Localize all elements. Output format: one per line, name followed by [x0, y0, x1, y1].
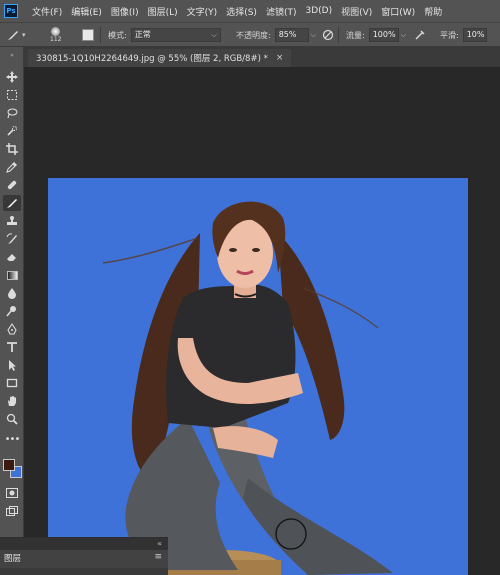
pen-icon[interactable]	[3, 321, 21, 337]
brush-size: 112	[50, 36, 62, 43]
history-brush-icon[interactable]	[3, 231, 21, 247]
crop-icon[interactable]	[3, 141, 21, 157]
color-swatches[interactable]	[3, 459, 23, 479]
document-tab[interactable]: 330815-1Q10H2264649.jpg @ 55% (图层 2, RGB…	[28, 49, 292, 67]
type-icon[interactable]	[3, 339, 21, 355]
document-canvas[interactable]	[48, 178, 468, 575]
brush-tool-icon	[8, 31, 18, 40]
panel-menu-icon[interactable]: ≡	[154, 552, 162, 562]
layers-panel-title[interactable]: 图层	[4, 552, 21, 564]
foreground-color-swatch[interactable]	[3, 459, 15, 471]
photo-woman-sitting	[102, 201, 393, 575]
eyedropper-icon[interactable]	[3, 159, 21, 175]
brush-preset-picker[interactable]: 112	[50, 23, 61, 47]
menu-edit[interactable]: 编辑(E)	[71, 5, 102, 18]
pressure-icon	[322, 29, 334, 41]
mode-label: 模式:	[108, 30, 127, 40]
document-tab-bar: 330815-1Q10H2264649.jpg @ 55% (图层 2, RGB…	[24, 47, 500, 67]
screen-mode-icon[interactable]	[3, 503, 21, 519]
stamp-icon[interactable]	[3, 213, 21, 229]
mode-select[interactable]: 正常 ⌵	[130, 28, 221, 42]
quick-select-icon[interactable]	[3, 123, 21, 139]
toolbar-collapse-icon[interactable]: »	[3, 51, 21, 59]
opacity-dropdown-icon[interactable]: ⌵	[311, 31, 316, 40]
menu-bar: Ps 文件(F) 编辑(E) 图像(I) 图层(L) 文字(Y) 选择(S) 滤…	[0, 0, 500, 22]
lasso-icon[interactable]	[3, 105, 21, 121]
tools-panel: » •••	[0, 47, 24, 537]
gradient-icon[interactable]	[3, 267, 21, 283]
hand-icon[interactable]	[3, 393, 21, 409]
menu-type[interactable]: 文字(Y)	[187, 5, 218, 18]
panel-header: «	[0, 538, 168, 550]
layers-panel: « 图层 ≡	[0, 537, 168, 575]
move-icon[interactable]	[3, 69, 21, 85]
smoothing-input[interactable]: 10%	[462, 28, 487, 42]
quick-mask-icon[interactable]	[3, 485, 21, 501]
flow-dropdown-icon[interactable]: ⌵	[401, 31, 406, 40]
close-tab-icon[interactable]: ×	[276, 53, 284, 63]
menu-image[interactable]: 图像(I)	[111, 5, 139, 18]
menu-help[interactable]: 帮助	[424, 5, 442, 18]
menu-file[interactable]: 文件(F)	[32, 5, 62, 18]
opacity-input[interactable]: 85%	[274, 28, 309, 42]
healing-icon[interactable]	[3, 177, 21, 193]
eraser-icon[interactable]	[3, 249, 21, 265]
flow-input[interactable]: 100%	[368, 28, 399, 42]
blur-icon[interactable]	[3, 285, 21, 301]
pressure-opacity-toggle[interactable]	[322, 23, 334, 47]
chevron-down-icon: ▾	[22, 31, 26, 39]
flow-label: 流量:	[346, 30, 365, 40]
photoshop-logo: Ps	[4, 4, 18, 18]
chevron-down-icon: ⌵	[211, 31, 217, 39]
brush-tip-icon	[51, 27, 61, 36]
airbrush-toggle[interactable]	[414, 23, 426, 47]
menu-filter[interactable]: 滤镜(T)	[266, 5, 297, 18]
menu-3d[interactable]: 3D(D)	[305, 6, 332, 16]
brush-settings-icon	[82, 29, 94, 41]
layers-filter-row[interactable]	[0, 568, 168, 575]
panel-collapse-icon[interactable]: «	[157, 538, 162, 550]
menu-view[interactable]: 视图(V)	[341, 5, 372, 18]
airbrush-icon	[415, 30, 425, 40]
more-tools-icon[interactable]: •••	[3, 431, 21, 447]
tool-preset-picker[interactable]: ▾	[6, 23, 26, 47]
menu-select[interactable]: 选择(S)	[226, 5, 257, 18]
opacity-label: 不透明度:	[236, 30, 271, 40]
mode-value: 正常	[134, 30, 151, 39]
menu-window[interactable]: 窗口(W)	[381, 5, 415, 18]
marquee-icon[interactable]	[3, 87, 21, 103]
brush-panel-toggle[interactable]	[82, 23, 94, 47]
brush-icon[interactable]	[3, 195, 21, 211]
menu-layer[interactable]: 图层(L)	[148, 5, 178, 18]
options-bar: ▾ 112 模式: 正常 ⌵ 不透明度: 85% ⌵ 流量: 100% ⌵ 平滑…	[0, 22, 500, 47]
zoom-icon[interactable]	[3, 411, 21, 427]
rectangle-icon[interactable]	[3, 375, 21, 391]
path-select-icon[interactable]	[3, 357, 21, 373]
dodge-icon[interactable]	[3, 303, 21, 319]
smoothing-label: 平滑:	[440, 30, 459, 40]
document-tab-title: 330815-1Q10H2264649.jpg @ 55% (图层 2, RGB…	[36, 54, 268, 64]
